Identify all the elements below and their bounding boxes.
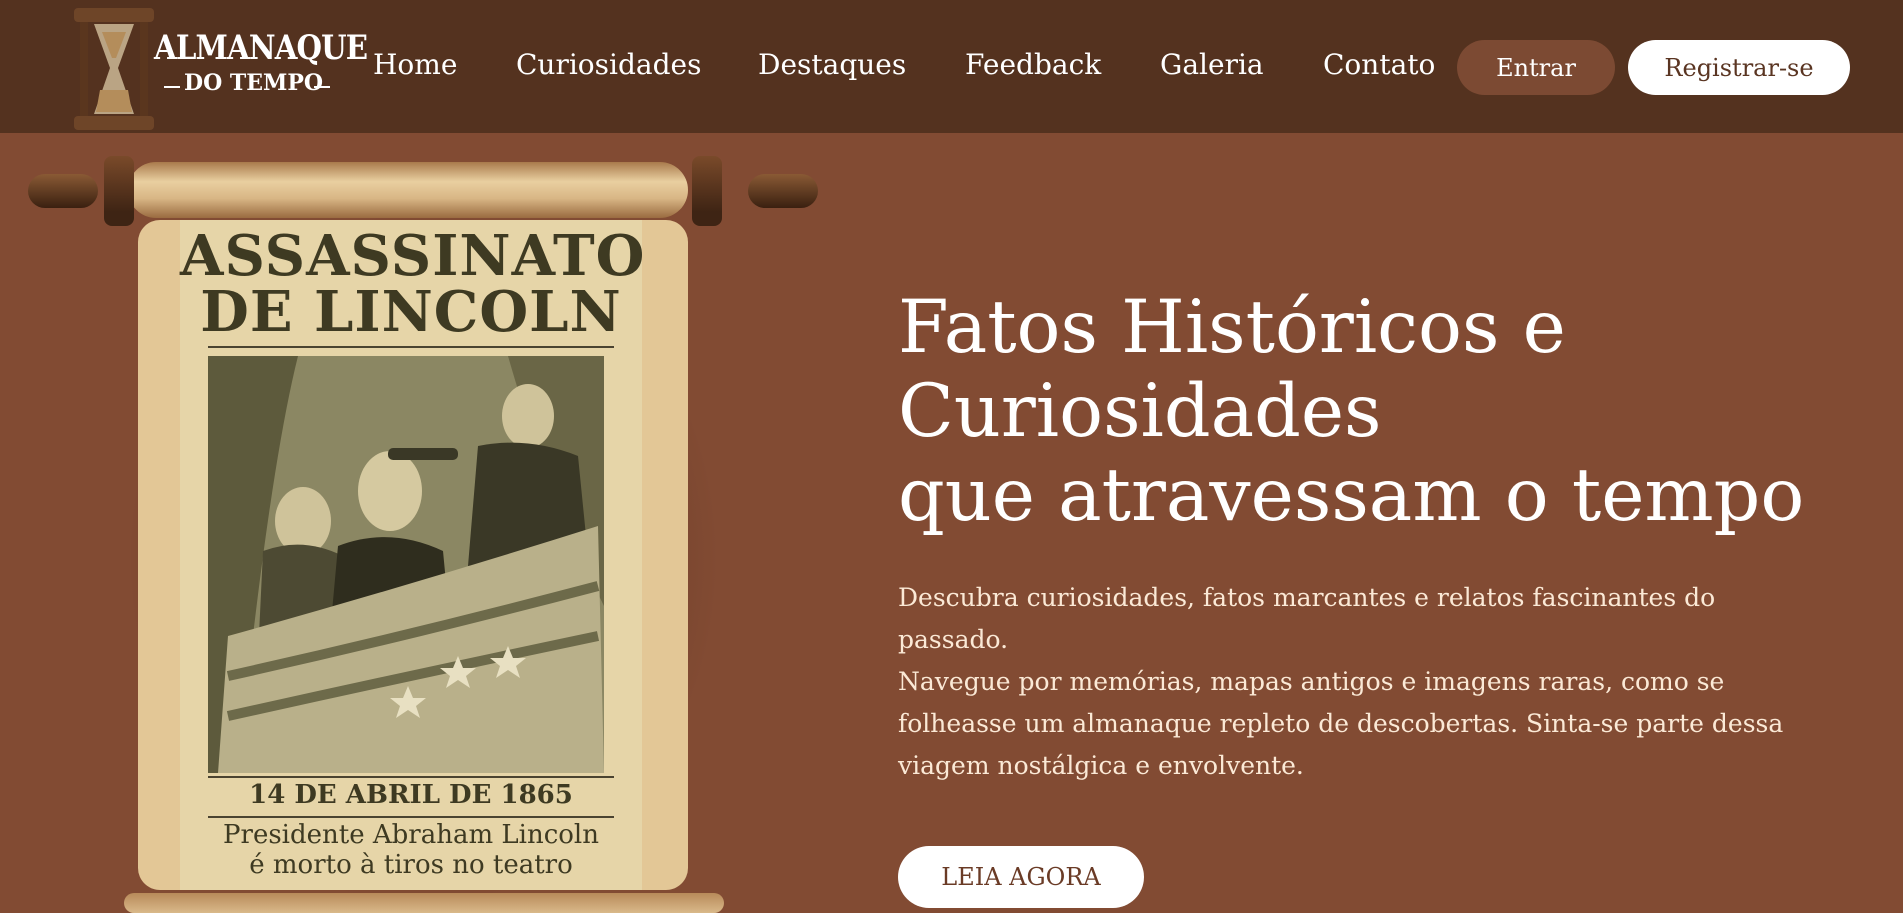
logo-title: ALMANAQUE (154, 28, 368, 68)
poster-title-line2: DE LINCOLN (200, 279, 622, 345)
hero-title-line2: Curiosidades (898, 369, 1382, 454)
read-now-button[interactable]: LEIA AGORA (898, 846, 1144, 908)
poster-paper: ASSASSINATO DE LINCOLN 14 DE ABRIL DE 18… (138, 220, 688, 890)
poster-caption-line2: é morto à tiros no teatro (249, 850, 573, 880)
scroll-rod-end-left (104, 156, 134, 226)
hero-paragraph-1: Descubra curiosidades, fatos marcantes e… (898, 583, 1716, 654)
nav-item-curiosidades[interactable]: Curiosidades (516, 48, 701, 81)
nav-item-contato[interactable]: Contato (1323, 48, 1435, 81)
hero-description: Descubra curiosidades, fatos marcantes e… (898, 577, 1818, 787)
site-logo[interactable]: ALMANAQUE DO TEMPO (72, 6, 368, 132)
nav-item-galeria[interactable]: Galeria (1160, 48, 1264, 81)
poster-divider-top (208, 346, 614, 348)
scroll-bottom-rod (124, 893, 724, 913)
hourglass-icon (74, 8, 154, 130)
login-button[interactable]: Entrar (1457, 40, 1615, 95)
scroll-top-rod (128, 162, 688, 218)
nav-item-home[interactable]: Home (373, 48, 457, 81)
poster-divider-bottom (208, 816, 614, 818)
logo-subtitle: DO TEMPO (184, 70, 324, 96)
poster-content: ASSASSINATO DE LINCOLN 14 DE ABRIL DE 18… (180, 220, 646, 890)
logo-dash-left (164, 86, 180, 88)
hero-paragraph-2: Navegue por memórias, mapas antigos e im… (898, 667, 1784, 780)
hero-scroll-poster: ASSASSINATO DE LINCOLN 14 DE ABRIL DE 18… (28, 148, 818, 913)
poster-title-line1: ASSASSINATO (180, 223, 646, 289)
scroll-rod-knob-left (28, 174, 98, 208)
lincoln-assassination-illustration (208, 356, 604, 773)
scroll-rod-end-right (692, 156, 722, 226)
site-header: ALMANAQUE DO TEMPO Home Curiosidades Des… (0, 0, 1903, 133)
scroll-rod-knob-right (748, 174, 818, 208)
hero-title-line3: que atravessam o tempo (898, 453, 1805, 538)
register-button[interactable]: Registrar-se (1628, 40, 1850, 95)
poster-divider-date (208, 776, 614, 778)
nav-item-feedback[interactable]: Feedback (965, 48, 1101, 81)
nav-item-destaques[interactable]: Destaques (758, 48, 906, 81)
poster-caption-line1: Presidente Abraham Lincoln (223, 820, 599, 850)
hero-title-line1: Fatos Históricos e (898, 285, 1566, 370)
logo-dash-right (314, 86, 330, 88)
hero-title: Fatos Históricos e Curiosidades que atra… (898, 286, 1804, 538)
poster-date: 14 DE ABRIL DE 1865 (249, 780, 573, 810)
